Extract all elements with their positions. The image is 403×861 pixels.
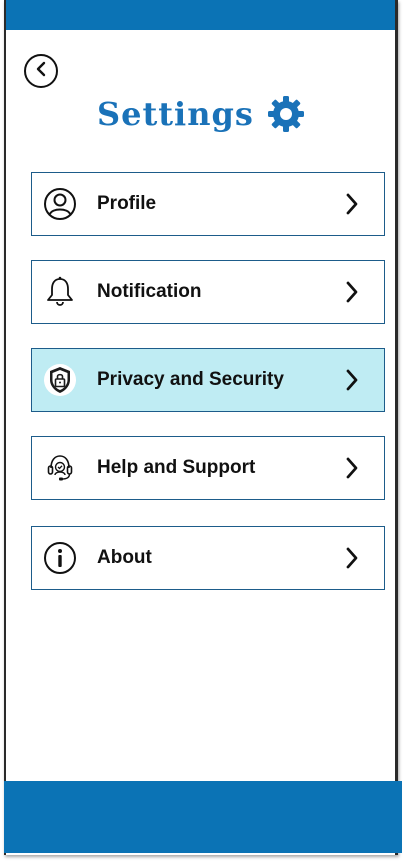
user-icon: [42, 186, 78, 222]
menu-item-profile[interactable]: Profile: [31, 172, 385, 236]
chevron-right-icon: [344, 546, 360, 570]
menu-item-notification[interactable]: Notification: [31, 260, 385, 324]
bell-icon: [42, 274, 78, 310]
chevron-right-icon: [344, 192, 360, 216]
gear-icon: [266, 94, 306, 134]
menu-item-label: Privacy and Security: [97, 369, 284, 390]
top-app-bar: [6, 0, 395, 30]
chevron-right-icon: [344, 368, 360, 392]
title-row: Settings: [97, 90, 306, 138]
bottom-bar: [4, 781, 402, 853]
chevron-right-icon: [344, 456, 360, 480]
info-icon: [42, 540, 78, 576]
menu-item-label: Help and Support: [97, 457, 256, 478]
menu-item-help-support[interactable]: Help and Support: [31, 436, 385, 500]
page-title: Settings: [97, 95, 254, 133]
chevron-left-icon: [34, 61, 48, 82]
headset-icon: [42, 450, 78, 486]
menu-item-privacy-security[interactable]: Privacy and Security: [31, 348, 385, 412]
shield-lock-icon: [42, 362, 78, 398]
menu-item-about[interactable]: About: [31, 526, 385, 590]
back-button[interactable]: [24, 54, 58, 88]
phone-frame: Settings Profile Notification Privacy an…: [4, 0, 398, 855]
menu-item-label: Notification: [97, 281, 202, 302]
menu-item-label: Profile: [97, 193, 157, 214]
chevron-right-icon: [344, 280, 360, 304]
menu-item-label: About: [97, 547, 152, 568]
